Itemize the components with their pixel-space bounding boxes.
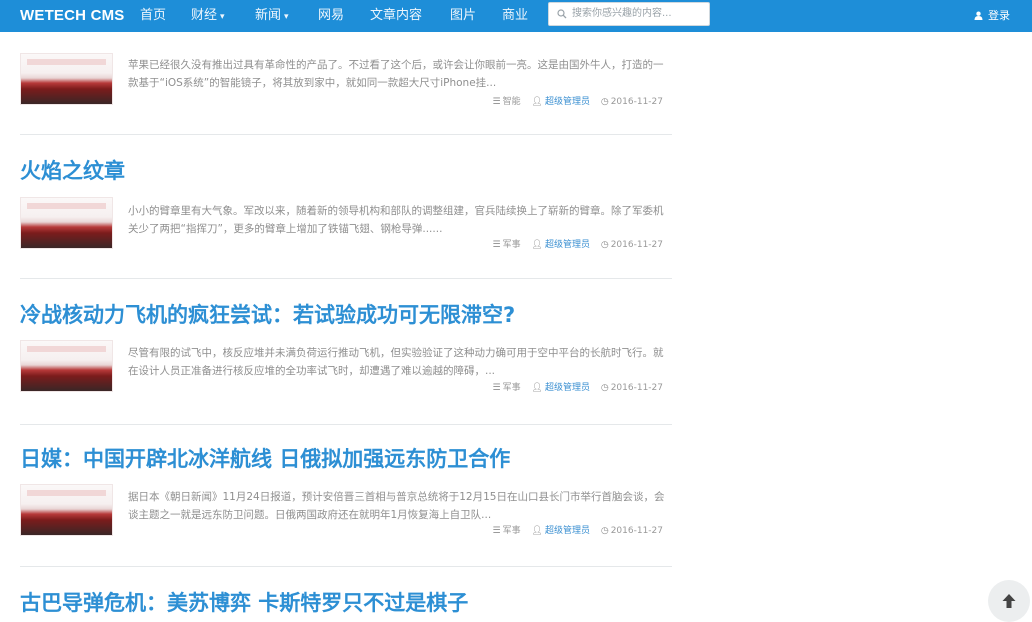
nav-item-news[interactable]: 新闻 ▾ [255, 0, 289, 32]
nav-item-finance[interactable]: 财经 ▾ [191, 0, 225, 32]
divider [20, 134, 672, 135]
nav-item-label: 网易 [318, 8, 345, 23]
article-author[interactable]: 超级管理员 [545, 97, 590, 107]
article-item: 火焰之纹章 小小的臂章里有大气象。军改以来，随着新的领导机构和部队的调整组建，官… [20, 155, 672, 285]
user-icon: 👤︎ [531, 240, 543, 250]
chevron-down-icon: ▾ [220, 12, 225, 22]
nav-item-images[interactable]: 图片 [450, 0, 476, 32]
article-item: 古巴导弹危机：美苏博弈 卡斯特罗只不过是棋子 [20, 587, 672, 621]
nav-item-label: 文章内容 [370, 8, 423, 23]
chevron-down-icon: ▾ [284, 12, 289, 22]
article-thumbnail[interactable] [20, 53, 113, 105]
article-meta: ☰ 智能 👤︎ 超级管理员 ◷ 2016-11-27 [493, 94, 663, 107]
article-title[interactable]: 日媒：中国开辟北冰洋航线 日俄拟加强远东防卫合作 [20, 443, 510, 473]
article-category[interactable]: 军事 [503, 383, 521, 393]
search-icon [557, 3, 567, 28]
nav-item-label: 首页 [140, 8, 167, 23]
article-date: 2016-11-27 [610, 383, 663, 393]
nav-item-articles[interactable]: 文章内容 [370, 0, 422, 32]
article-title[interactable]: 火焰之纹章 [20, 155, 125, 185]
top-navbar: WETECH CMS 首页 财经 ▾ 新闻 ▾ 网易 文章内容 图片 商业 搜索你感… [0, 0, 1032, 32]
nav-item-label: 财经 [191, 8, 218, 23]
article-meta: ☰ 军事 👤︎ 超级管理员 ◷ 2016-11-27 [493, 523, 663, 536]
article-title[interactable]: 古巴导弹危机：美苏博弈 卡斯特罗只不过是棋子 [20, 587, 468, 617]
article-category[interactable]: 军事 [503, 526, 521, 536]
article-date: 2016-11-27 [610, 97, 663, 107]
nav-item-label: 图片 [450, 8, 477, 23]
clock-icon: ◷ [600, 526, 609, 536]
article-title[interactable]: 冷战核动力飞机的疯狂尝试：若试验成功可无限滞空? [20, 299, 515, 329]
divider [20, 278, 672, 279]
user-icon: 👤︎ [531, 526, 543, 536]
article-meta: ☰ 军事 👤︎ 超级管理员 ◷ 2016-11-27 [493, 237, 663, 250]
article-category[interactable]: 智能 [503, 97, 521, 107]
login-link[interactable]: 登录 [974, 0, 1010, 32]
article-thumbnail[interactable] [20, 197, 113, 249]
article-thumbnail[interactable] [20, 340, 113, 392]
back-to-top-button[interactable] [988, 580, 1030, 622]
user-icon: 👤︎ [531, 97, 543, 107]
nav-item-netease[interactable]: 网易 [318, 0, 344, 32]
nav-item-business[interactable]: 商业 [502, 0, 528, 32]
user-icon: 👤︎ [531, 383, 543, 393]
list-icon: ☰ [492, 97, 501, 107]
article-author[interactable]: 超级管理员 [545, 526, 590, 536]
article-excerpt: 苹果已经很久没有推出过具有革命性的产品了。不过看了这个后，或许会让你眼前一亮。这… [128, 59, 664, 89]
list-icon: ☰ [492, 240, 501, 250]
login-label: 登录 [988, 9, 1010, 22]
clock-icon: ◷ [600, 240, 609, 250]
nav-item-label: 商业 [502, 8, 529, 23]
article-excerpt: 据日本《朝日新闻》11月24日报道，预计安倍晋三首相与普京总统将于12月15日在… [128, 491, 665, 521]
article-excerpt: 小小的臂章里有大气象。军改以来，随着新的领导机构和部队的调整组建，官兵陆续换上了… [128, 205, 664, 235]
article-thumbnail[interactable] [20, 484, 113, 536]
article-meta: ☰ 军事 👤︎ 超级管理员 ◷ 2016-11-27 [493, 380, 663, 393]
divider [20, 566, 672, 567]
user-icon [974, 11, 986, 22]
article-excerpt: 尽管有限的试飞中，核反应堆并未满负荷运行推动飞机，但实验验证了这种动力确可用于空… [128, 347, 664, 377]
article-author[interactable]: 超级管理员 [545, 383, 590, 393]
search-input[interactable]: 搜索你感兴趣的内容... [548, 2, 710, 26]
brand-logo[interactable]: WETECH CMS [20, 0, 125, 32]
list-icon: ☰ [492, 526, 501, 536]
search-placeholder: 搜索你感兴趣的内容... [572, 8, 672, 19]
divider [20, 424, 672, 425]
article-date: 2016-11-27 [610, 526, 663, 536]
article-item: 日媒：中国开辟北冰洋航线 日俄拟加强远东防卫合作 据日本《朝日新闻》11月24日… [20, 443, 672, 573]
article-date: 2016-11-27 [610, 240, 663, 250]
list-icon: ☰ [492, 383, 501, 393]
article-category[interactable]: 军事 [503, 240, 521, 250]
arrow-up-icon [1001, 590, 1017, 611]
clock-icon: ◷ [600, 383, 609, 393]
article-author[interactable]: 超级管理员 [545, 240, 590, 250]
nav-item-label: 新闻 [255, 8, 282, 23]
nav-item-home[interactable]: 首页 [140, 0, 166, 32]
clock-icon: ◷ [600, 97, 609, 107]
article-item: 冷战核动力飞机的疯狂尝试：若试验成功可无限滞空? 尽管有限的试飞中，核反应堆并未… [20, 299, 672, 429]
